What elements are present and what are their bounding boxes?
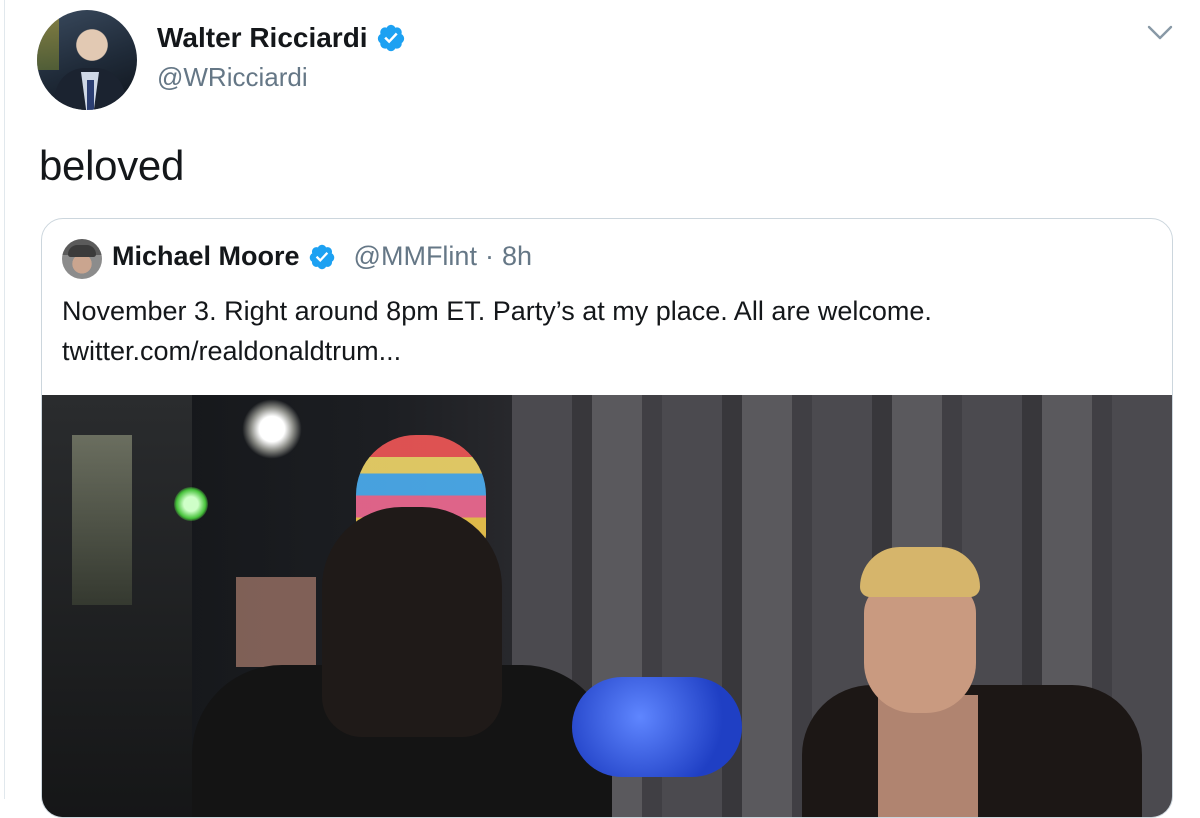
author-handle[interactable]: @WRicciardi: [157, 62, 308, 93]
video-masked-person-neck: [878, 695, 978, 817]
quoted-tweet-video[interactable]: [42, 395, 1172, 817]
video-person-head: [322, 507, 502, 737]
video-traffic-light: [174, 487, 208, 521]
avatar-background: [37, 10, 59, 70]
author-name-row[interactable]: Walter Ricciardi: [157, 22, 406, 54]
tweet-card[interactable]: Walter Ricciardi @WRicciardi beloved Mic…: [4, 0, 1200, 818]
video-sign: [72, 435, 132, 605]
chevron-down-icon[interactable]: [1146, 22, 1174, 44]
verified-badge-icon: [309, 244, 334, 269]
quoted-tweet-text-line: November 3. Right around 8pm ET. Party’s…: [62, 296, 932, 326]
quoted-tweet[interactable]: Michael Moore @MMFlint · 8h November 3. …: [41, 218, 1173, 818]
video-sign-2: [236, 577, 316, 667]
quoted-author-handle[interactable]: @MMFlint: [354, 241, 477, 272]
quoted-author-name[interactable]: Michael Moore: [112, 241, 300, 272]
author-name[interactable]: Walter Ricciardi: [157, 22, 368, 54]
quoted-tweet-time[interactable]: 8h: [502, 241, 532, 272]
video-mask-face: [864, 583, 976, 713]
quoted-tweet-header: Michael Moore @MMFlint · 8h: [112, 241, 532, 272]
video-mask-hair: [860, 547, 980, 597]
verified-badge-icon: [377, 24, 404, 52]
video-boxing-glove: [572, 677, 742, 777]
separator-dot: ·: [484, 241, 494, 271]
video-street-light: [242, 399, 302, 459]
avatar-tie: [87, 80, 94, 110]
quoted-author-avatar[interactable]: [62, 239, 102, 279]
quoted-tweet-link[interactable]: twitter.com/realdonaldtrum...: [62, 331, 1152, 371]
avatar-cap: [68, 245, 96, 257]
quoted-tweet-text: November 3. Right around 8pm ET. Party’s…: [62, 291, 1152, 371]
tweet-text: beloved: [39, 142, 185, 189]
author-avatar[interactable]: [37, 10, 137, 110]
